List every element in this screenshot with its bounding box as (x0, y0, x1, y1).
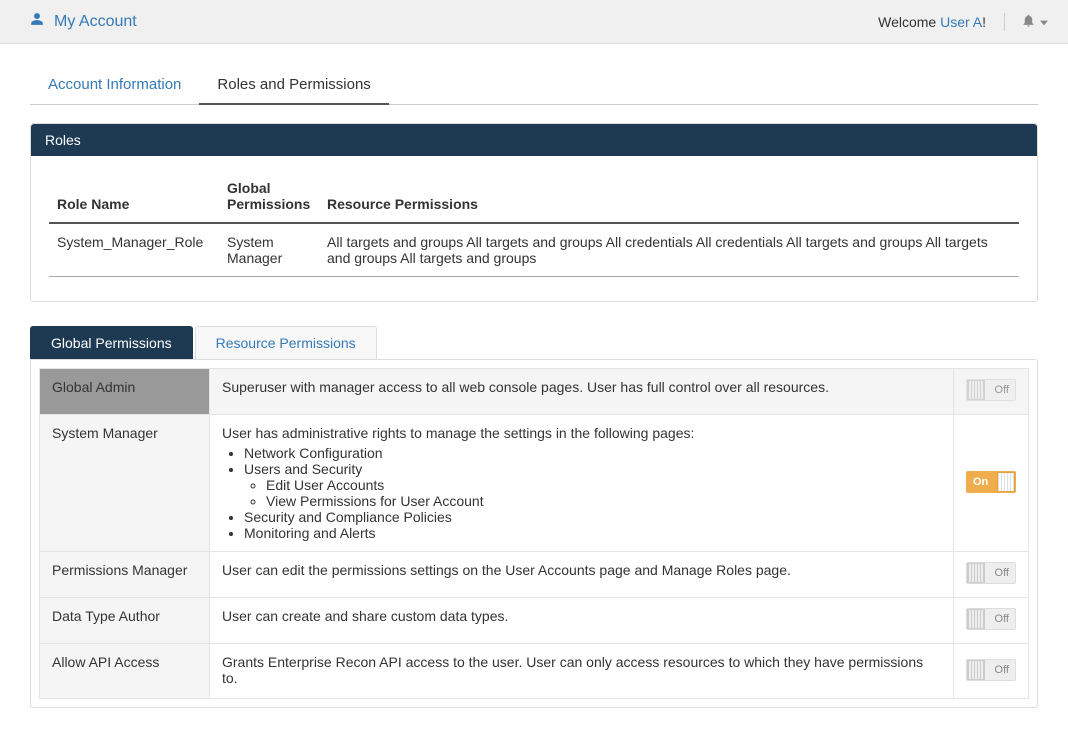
page-tabs: Account InformationRoles and Permissions (30, 68, 1038, 105)
permission-name: Allow API Access (40, 644, 210, 699)
permission-row: Data Type AuthorUser can create and shar… (40, 598, 1029, 644)
permission-name: Global Admin (40, 369, 210, 415)
tab-resource-permissions[interactable]: Resource Permissions (195, 326, 377, 359)
username-link[interactable]: User A (940, 14, 982, 30)
page-title: My Account (54, 13, 137, 31)
column-header: Resource Permissions (319, 170, 1019, 223)
user-icon (30, 12, 44, 31)
toggle-system-manager[interactable]: On (966, 471, 1016, 493)
my-account-link[interactable]: My Account (30, 12, 137, 31)
permission-description: User can create and share custom data ty… (210, 598, 954, 644)
list-item: Monitoring and Alerts (244, 525, 941, 541)
permission-toggle-cell: Off (954, 644, 1029, 699)
chevron-down-icon (1040, 14, 1048, 30)
bell-icon (1021, 13, 1036, 31)
permission-toggle-cell: Off (954, 369, 1029, 415)
permission-description: Superuser with manager access to all web… (210, 369, 954, 415)
list-item: Network Configuration (244, 445, 941, 461)
welcome-text: Welcome User A! (878, 14, 986, 30)
permission-toggle-cell: On (954, 415, 1029, 552)
permission-row: Global AdminSuperuser with manager acces… (40, 369, 1029, 415)
permission-row: System ManagerUser has administrative ri… (40, 415, 1029, 552)
permission-name: Permissions Manager (40, 552, 210, 598)
permission-name: System Manager (40, 415, 210, 552)
table-cell: System_Manager_Role (49, 223, 219, 277)
list-item: Security and Compliance Policies (244, 509, 941, 525)
list-item: Users and SecurityEdit User AccountsView… (244, 461, 941, 509)
permission-description: User has administrative rights to manage… (210, 415, 954, 552)
tab-roles-and-permissions[interactable]: Roles and Permissions (199, 68, 388, 105)
tab-global-permissions[interactable]: Global Permissions (30, 326, 193, 359)
permission-toggle-cell: Off (954, 552, 1029, 598)
table-cell: System Manager (219, 223, 319, 277)
roles-panel-header: Roles (31, 124, 1037, 156)
table-cell: All targets and groups All targets and g… (319, 223, 1019, 277)
toggle-permissions-manager[interactable]: Off (966, 562, 1016, 584)
list-item: View Permissions for User Account (266, 493, 941, 509)
column-header: Global Permissions (219, 170, 319, 223)
toggle-data-type-author[interactable]: Off (966, 608, 1016, 630)
permissions-table: Global AdminSuperuser with manager acces… (39, 368, 1029, 699)
permission-name: Data Type Author (40, 598, 210, 644)
list-item: Edit User Accounts (266, 477, 941, 493)
permissions-panel: Global AdminSuperuser with manager acces… (30, 359, 1038, 708)
column-header: Role Name (49, 170, 219, 223)
roles-panel: Roles Role NameGlobal PermissionsResourc… (30, 123, 1038, 302)
toggle-allow-api-access[interactable]: Off (966, 659, 1016, 681)
notifications-button[interactable] (1004, 13, 1048, 31)
permission-row: Allow API AccessGrants Enterprise Recon … (40, 644, 1029, 699)
toggle-global-admin: Off (966, 379, 1016, 401)
permission-row: Permissions ManagerUser can edit the per… (40, 552, 1029, 598)
table-row: System_Manager_RoleSystem ManagerAll tar… (49, 223, 1019, 277)
tab-account-information[interactable]: Account Information (30, 68, 199, 104)
permissions-tabs: Global PermissionsResource Permissions (30, 326, 1038, 359)
roles-table: Role NameGlobal PermissionsResource Perm… (49, 170, 1019, 277)
permission-toggle-cell: Off (954, 598, 1029, 644)
permission-description: User can edit the permissions settings o… (210, 552, 954, 598)
permission-description: Grants Enterprise Recon API access to th… (210, 644, 954, 699)
